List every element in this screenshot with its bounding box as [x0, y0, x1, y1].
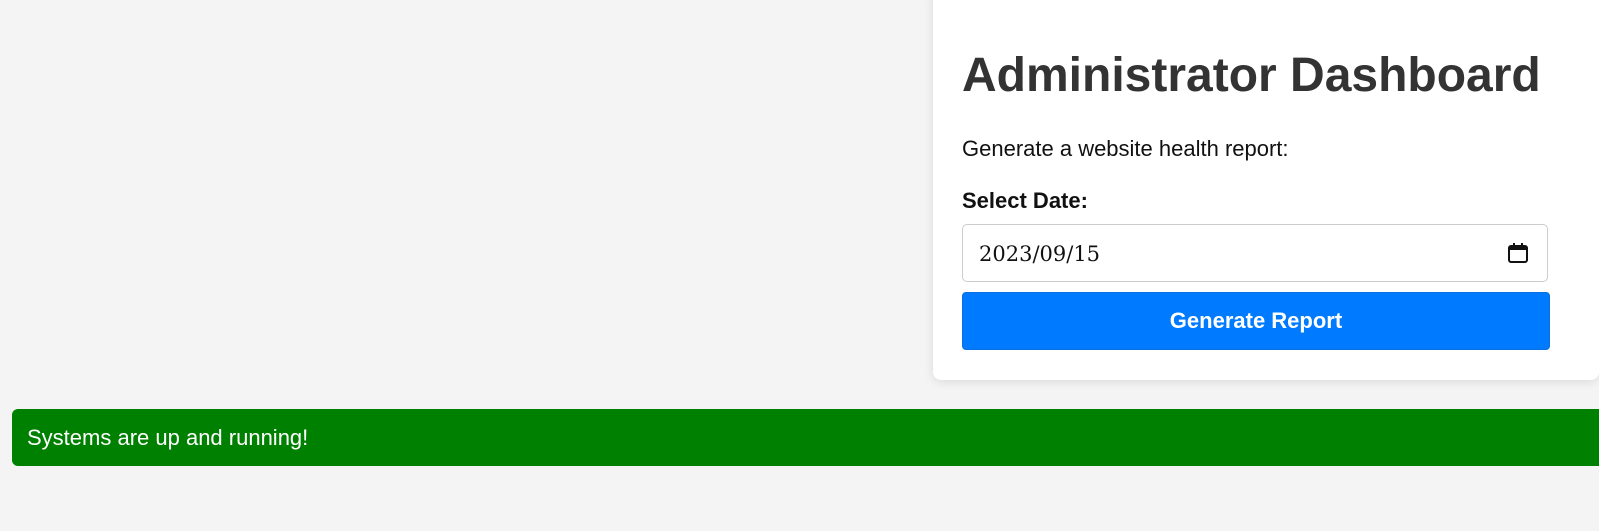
status-message: Systems are up and running! [27, 425, 309, 450]
select-date-label: Select Date: [962, 188, 1088, 213]
generate-report-button[interactable]: Generate Report [962, 292, 1550, 350]
calendar-icon[interactable] [1507, 242, 1529, 264]
date-input[interactable]: 2023/09/15 [962, 224, 1548, 282]
status-banner: Systems are up and running! [12, 409, 1599, 466]
page-title: Administrator Dashboard [962, 49, 1541, 102]
date-input-value: 2023/09/15 [979, 242, 1101, 266]
report-description: Generate a website health report: [962, 136, 1289, 161]
admin-dashboard-card: Administrator Dashboard Generate a websi… [933, 0, 1599, 380]
